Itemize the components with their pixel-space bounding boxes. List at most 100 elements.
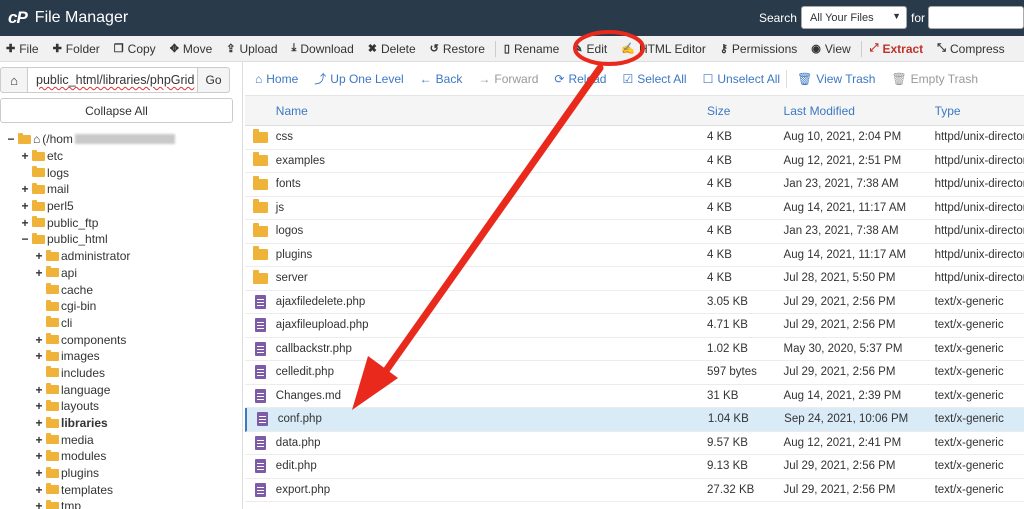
table-row[interactable]: data.php 9.57 KB Aug 12, 2021, 2:41 PM text…	[245, 432, 1024, 455]
arrow-left-icon: ←	[419, 71, 432, 86]
view-trash-button[interactable]: 🗑 View Trash	[787, 72, 881, 86]
new-file-button[interactable]: ✚ File	[0, 36, 47, 61]
tree-item[interactable]: + libraries	[0, 415, 242, 432]
table-row[interactable]: js 4 KB Aug 14, 2021, 11:17 AM httpd/unix-d…	[245, 197, 1024, 220]
new-folder-button[interactable]: ✚ Folder	[47, 36, 108, 61]
search-scope-select[interactable]: All Your Files ▼	[800, 6, 907, 29]
expand-icon[interactable]: +	[34, 449, 44, 463]
table-row[interactable]: edit.php 9.13 KB Jul 29, 2021, 2:56 PM text…	[245, 455, 1024, 479]
expand-icon[interactable]: +	[34, 483, 44, 497]
view-button[interactable]: ◉ View	[805, 36, 858, 61]
table-row[interactable]: celledit.php 597 bytes Jul 29, 2021, 2:56 …	[245, 361, 1024, 385]
nav-home-button[interactable]: ⌂ Home	[245, 72, 304, 86]
column-header-type[interactable]: Type	[935, 104, 1024, 118]
forward-button[interactable]: → Forward	[468, 72, 544, 86]
expand-icon[interactable]: +	[20, 182, 30, 196]
html-editor-button[interactable]: ✍ HTML Editor	[615, 36, 714, 61]
collapse-all-button[interactable]: Collapse All	[0, 98, 233, 123]
tree-item[interactable]: + administrator	[0, 248, 242, 265]
tree-item[interactable]: + layouts	[0, 398, 242, 415]
table-row[interactable]: callbackstr.php 1.02 KB May 30, 2020, 5:37…	[245, 338, 1024, 361]
expand-icon[interactable]: +	[34, 499, 44, 509]
back-label: Back	[435, 71, 463, 86]
folder-icon	[46, 366, 59, 378]
upload-button[interactable]: ⇪ Upload	[220, 36, 285, 61]
up-one-level-button[interactable]: ⤴ Up One Level	[304, 70, 409, 87]
table-row[interactable]: plugins 4 KB Aug 14, 2021, 11:17 AM httpd/u…	[245, 244, 1024, 267]
column-header-last-modified[interactable]: Last Modified	[784, 104, 935, 118]
table-row[interactable]: css 4 KB Aug 10, 2021, 2:04 PM httpd/unix-d…	[245, 126, 1024, 150]
tree-item[interactable]: + plugins	[0, 465, 242, 482]
table-row[interactable]: ajaxfiledelete.php 3.05 KB Jul 29, 2021, 2…	[245, 291, 1024, 314]
expand-icon[interactable]: +	[34, 466, 44, 480]
reload-button[interactable]: ⟳ Reload	[544, 72, 612, 86]
copy-button[interactable]: ❐ Copy	[108, 36, 164, 61]
logo[interactable]: cP File Manager	[8, 8, 128, 28]
move-button[interactable]: ✥ Move	[164, 36, 221, 61]
column-header-size[interactable]: Size	[707, 104, 784, 118]
expand-icon[interactable]: +	[20, 149, 30, 163]
tree-item[interactable]: + components	[0, 331, 242, 348]
tree-item[interactable]: cache	[0, 281, 242, 298]
tree-item[interactable]: logs	[0, 164, 242, 181]
download-button[interactable]: ⤓ Download	[286, 36, 362, 61]
tree-item[interactable]: cli	[0, 315, 242, 332]
back-button[interactable]: ← Back	[410, 72, 469, 86]
column-header-name[interactable]: Name	[276, 104, 707, 118]
collapse-icon[interactable]: −	[20, 232, 30, 246]
select-all-button[interactable]: ☑ Select All	[612, 72, 692, 86]
tree-item[interactable]: cgi-bin	[0, 298, 242, 315]
tree-item[interactable]: + templates	[0, 481, 242, 498]
tree-item[interactable]: + language	[0, 381, 242, 398]
edit-button[interactable]: ✎ Edit	[567, 36, 615, 61]
table-row[interactable]: Changes.md 31 KB Aug 14, 2021, 2:39 PM text…	[245, 385, 1024, 408]
delete-button[interactable]: ✖ Delete	[362, 36, 424, 61]
tree-item[interactable]: − public_html	[0, 231, 242, 248]
file-type-cell: httpd/unix-directory	[934, 154, 1024, 167]
expand-icon[interactable]: +	[20, 199, 30, 213]
collapse-icon[interactable]: −	[6, 132, 16, 146]
folder-icon	[32, 166, 45, 178]
expand-icon[interactable]: +	[34, 416, 44, 430]
row-icon-cell	[245, 341, 276, 356]
tree-item[interactable]: + etc	[0, 148, 242, 165]
tree-item[interactable]: + images	[0, 348, 242, 365]
table-row[interactable]: examples 4 KB Aug 12, 2021, 2:51 PM httpd/u…	[245, 150, 1024, 173]
expand-icon[interactable]: +	[34, 249, 44, 263]
table-row[interactable]: fonts 4 KB Jan 23, 2021, 7:38 AM httpd/unix…	[245, 173, 1024, 197]
expand-icon[interactable]: +	[34, 349, 44, 363]
expand-icon[interactable]: +	[34, 383, 44, 397]
table-row[interactable]: conf.php 1.04 KB Sep 24, 2021, 10:06 PM tex…	[245, 408, 1024, 432]
new-file-label: File	[19, 41, 39, 56]
tree-item[interactable]: + tmp	[0, 498, 242, 509]
restore-button[interactable]: ↺ Restore	[424, 36, 493, 61]
home-button[interactable]: ⌂	[0, 67, 28, 93]
table-row[interactable]: server 4 KB Jul 28, 2021, 5:50 PM httpd/uni…	[245, 267, 1024, 291]
tree-item[interactable]: + perl5	[0, 198, 242, 215]
table-row[interactable]: export.php 27.32 KB Jul 29, 2021, 2:56 PM t…	[245, 479, 1024, 502]
expand-icon[interactable]: +	[20, 216, 30, 230]
rename-button[interactable]: ▯ Rename	[498, 36, 567, 61]
table-row[interactable]: ajaxfileupload.php 4.71 KB Jul 29, 2021, 2…	[245, 314, 1024, 338]
expand-icon[interactable]: +	[34, 266, 44, 280]
tree-item[interactable]: includes	[0, 365, 242, 382]
compress-button[interactable]: ⤡ Compress	[931, 36, 1013, 61]
permissions-button[interactable]: ⚷ Permissions	[714, 36, 805, 61]
empty-trash-button[interactable]: 🗑 Empty Trash	[881, 72, 984, 86]
expand-icon[interactable]: +	[34, 399, 44, 413]
expand-icon[interactable]: +	[34, 433, 44, 447]
table-row[interactable]: logos 4 KB Jan 23, 2021, 7:38 AM httpd/unix…	[245, 220, 1024, 244]
file-icon	[254, 435, 266, 450]
tree-item[interactable]: + media	[0, 431, 242, 448]
go-button[interactable]: Go	[198, 67, 230, 93]
path-input[interactable]: public_html/libraries/phpGrid	[28, 67, 198, 93]
tree-item[interactable]: − ⌂ (/hom	[0, 131, 242, 148]
search-input[interactable]	[928, 6, 1024, 29]
tree-item[interactable]: + mail	[0, 181, 242, 198]
unselect-all-button[interactable]: ☐ Unselect All	[693, 72, 786, 86]
tree-item[interactable]: + public_ftp	[0, 214, 242, 231]
extract-button[interactable]: ⤢ Extract	[864, 36, 932, 61]
tree-item[interactable]: + api	[0, 265, 242, 282]
expand-icon[interactable]: +	[34, 333, 44, 347]
tree-item[interactable]: + modules	[0, 448, 242, 465]
